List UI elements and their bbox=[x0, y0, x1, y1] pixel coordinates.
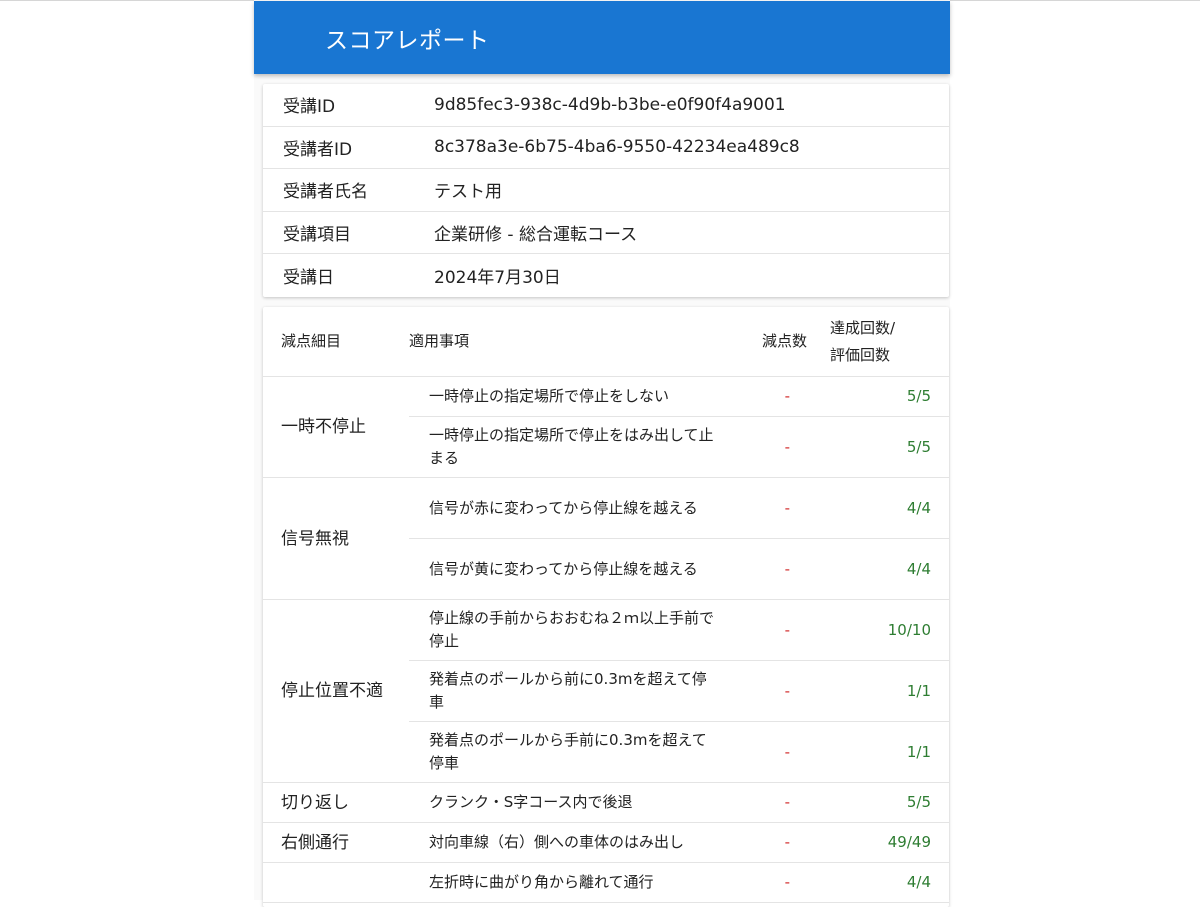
info-label: 受講者ID bbox=[283, 139, 353, 160]
deduction-value: - bbox=[734, 862, 815, 903]
info-label: 受講項目 bbox=[283, 225, 351, 246]
table-row: 切り返し クランク・S字コース内で後退 - 5/5 bbox=[263, 782, 949, 823]
achievement-value: 5/5 bbox=[815, 376, 949, 417]
info-value: 8c378a3e-6b75-4ba6-9550-42234ea489c8 bbox=[434, 137, 800, 158]
app-bar: スコアレポート bbox=[254, 1, 950, 74]
header-detail: 減点細目 bbox=[263, 307, 409, 377]
table-row: 左折時に曲がり角から離れて通行 - 4/4 bbox=[263, 862, 949, 903]
deduction-value: - bbox=[734, 538, 815, 600]
header-achievement-line1: 達成回数/ bbox=[830, 318, 896, 337]
info-row-student-name: 受講者氏名 テスト用 bbox=[263, 169, 949, 212]
deduction-value: - bbox=[734, 822, 815, 863]
achievement-value: 5/5 bbox=[815, 782, 949, 823]
deduction-value: - bbox=[734, 416, 815, 478]
score-report-page: スコアレポート 受講ID 9d85fec3-938c-4d9b-b3be-e0f… bbox=[254, 0, 950, 907]
info-value: 2024年7月30日 bbox=[434, 268, 561, 289]
page-title: スコアレポート bbox=[325, 27, 490, 54]
info-row-attendance-id: 受講ID 9d85fec3-938c-4d9b-b3be-e0f90f4a900… bbox=[263, 84, 949, 127]
header-achievement-line2: 評価回数 bbox=[830, 345, 891, 364]
info-row-date: 受講日 2024年7月30日 bbox=[263, 254, 949, 297]
info-value: 9d85fec3-938c-4d9b-b3be-e0f90f4a9001 bbox=[434, 94, 786, 115]
info-label: 受講ID bbox=[283, 97, 336, 118]
info-value: テスト用 bbox=[434, 182, 502, 203]
table-row: 右側通行 対向車線（右）側への車体のはみ出し - 49/49 bbox=[263, 822, 949, 863]
achievement-value: 49/49 bbox=[815, 822, 949, 863]
deduction-value: - bbox=[734, 477, 815, 539]
header-deduction: 減点数 bbox=[734, 307, 815, 377]
item-text: 一時停止の指定場所で停止をしない bbox=[409, 376, 734, 417]
achievement-value: 1/1 bbox=[815, 721, 949, 783]
group-name: 右側通行 bbox=[263, 822, 409, 863]
info-row-course: 受講項目 企業研修 - 総合運転コース bbox=[263, 212, 949, 255]
item-text: 一時停止の指定場所で停止をはみ出して止まる bbox=[409, 416, 734, 478]
item-text: 左折時に曲がり角から離れて通行 bbox=[409, 862, 734, 903]
item-text: 停止線の手前からおおむね２ｍ以上手前で停止 bbox=[409, 599, 734, 661]
deduction-value: - bbox=[734, 782, 815, 823]
achievement-value: 1/1 bbox=[815, 660, 949, 722]
header-item: 適用事項 bbox=[409, 307, 734, 377]
achievement-value: 4/4 bbox=[815, 477, 949, 539]
table-row: 信号無視 信号が赤に変わってから停止線を越える - 4/4 bbox=[263, 477, 949, 600]
score-table: 減点細目 適用事項 減点数 達成回数/評価回数 一時不停止 一時停止の指定場所で… bbox=[263, 307, 949, 903]
table-row: 停止位置不適 停止線の手前からおおむね２ｍ以上手前で停止 - 10/10 bbox=[263, 599, 949, 783]
achievement-value: 4/4 bbox=[815, 862, 949, 903]
attendance-info-card: 受講ID 9d85fec3-938c-4d9b-b3be-e0f90f4a900… bbox=[263, 84, 949, 297]
info-label: 受講者氏名 bbox=[283, 182, 368, 203]
group-name: 切り返し bbox=[263, 782, 409, 823]
deduction-value: - bbox=[734, 376, 815, 417]
info-value: 企業研修 - 総合運転コース bbox=[434, 225, 638, 246]
group-name: 停止位置不適 bbox=[263, 599, 409, 783]
group-name: 一時不停止 bbox=[263, 376, 409, 478]
table-header-row: 減点細目 適用事項 減点数 達成回数/評価回数 bbox=[263, 307, 949, 377]
info-label: 受講日 bbox=[283, 268, 334, 289]
item-text: 発着点のポールから前に0.3mを超えて停車 bbox=[409, 660, 734, 722]
item-text: 発着点のポールから手前に0.3mを超えて停車 bbox=[409, 721, 734, 783]
item-text: 信号が赤に変わってから停止線を越える bbox=[409, 477, 734, 539]
deduction-value: - bbox=[734, 721, 815, 783]
score-table-card: 減点細目 適用事項 減点数 達成回数/評価回数 一時不停止 一時停止の指定場所で… bbox=[263, 307, 949, 907]
group-name bbox=[263, 862, 409, 903]
table-row: 一時不停止 一時停止の指定場所で停止をしない - 5/5 bbox=[263, 376, 949, 478]
achievement-value: 4/4 bbox=[815, 538, 949, 600]
item-text: 対向車線（右）側への車体のはみ出し bbox=[409, 822, 734, 863]
achievement-value: 5/5 bbox=[815, 416, 949, 478]
item-text: クランク・S字コース内で後退 bbox=[409, 782, 734, 823]
item-text: 信号が黄に変わってから停止線を越える bbox=[409, 538, 734, 600]
group-name: 信号無視 bbox=[263, 477, 409, 600]
deduction-value: - bbox=[734, 660, 815, 722]
header-achievement: 達成回数/評価回数 bbox=[815, 307, 949, 377]
achievement-value: 10/10 bbox=[815, 599, 949, 661]
info-row-student-id: 受講者ID 8c378a3e-6b75-4ba6-9550-42234ea489… bbox=[263, 127, 949, 170]
deduction-value: - bbox=[734, 599, 815, 661]
